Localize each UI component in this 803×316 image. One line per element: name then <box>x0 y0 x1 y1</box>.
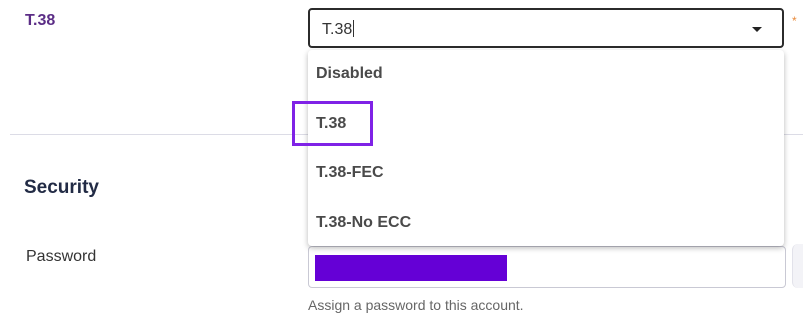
t38-field-label: T.38 <box>25 12 56 29</box>
t38-select[interactable]: T.38 <box>308 8 784 48</box>
settings-page: T.38 T.38 * Disabled T.38 T.38-FEC T.38-… <box>0 0 803 316</box>
password-side-button[interactable] <box>792 244 803 288</box>
password-label: Password <box>26 248 97 265</box>
dropdown-option-disabled[interactable]: Disabled <box>316 65 383 83</box>
chevron-down-icon[interactable] <box>752 27 762 32</box>
dropdown-option-t38-fec[interactable]: T.38-FEC <box>316 164 384 182</box>
t38-select-text: T.38 <box>322 21 353 38</box>
dropdown-option-t38-no-ecc[interactable]: T.38-No ECC <box>316 214 411 232</box>
dropdown-option-t38[interactable]: T.38 <box>316 115 346 133</box>
t38-dropdown-menu: Disabled T.38 T.38-FEC T.38-No ECC <box>308 50 784 246</box>
required-marker: * <box>792 14 797 28</box>
security-section-title: Security <box>24 177 99 198</box>
password-hint: Assign a password to this account. <box>308 297 524 313</box>
redacted-password-value <box>315 255 507 281</box>
text-cursor <box>353 20 355 37</box>
password-input[interactable] <box>308 246 786 288</box>
t38-select-value[interactable]: T.38 <box>322 20 355 39</box>
